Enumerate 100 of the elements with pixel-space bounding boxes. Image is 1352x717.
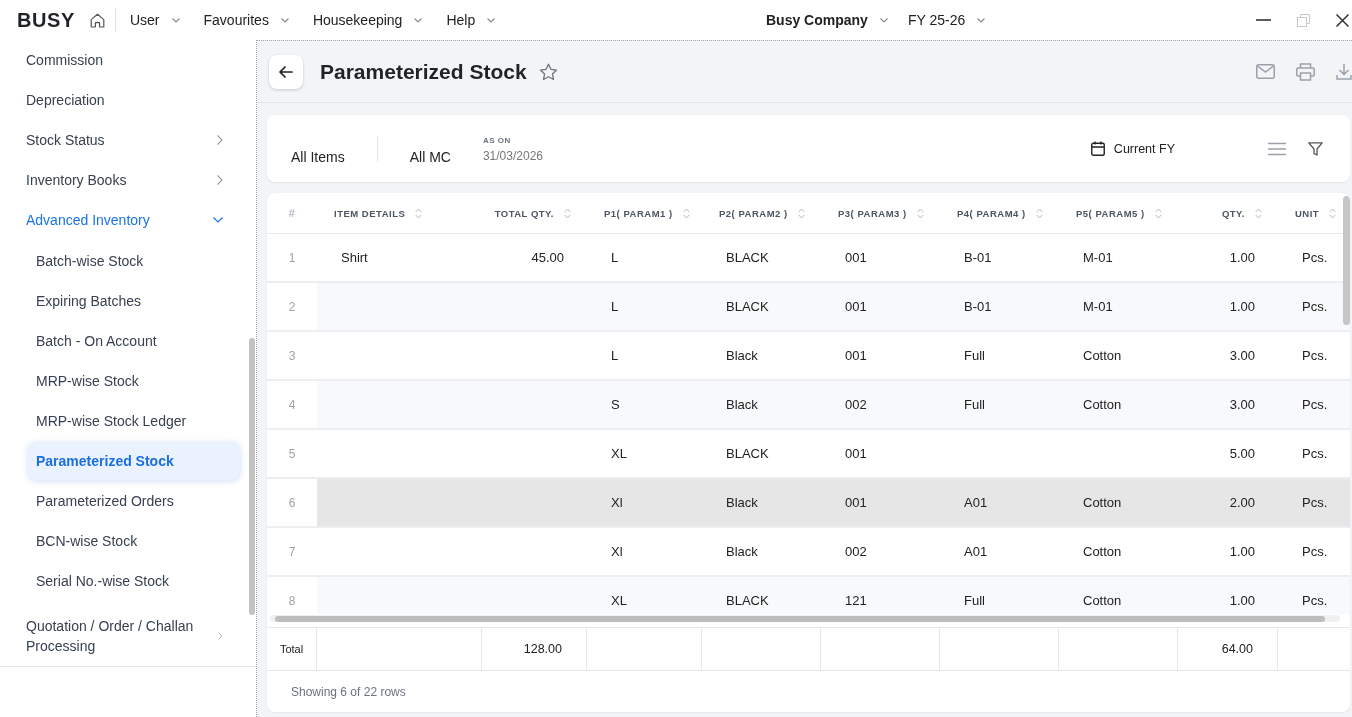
column-header[interactable]: P4( PARAM4 ) — [940, 193, 1059, 233]
column-header[interactable]: P1( PARAM1 ) — [587, 193, 702, 233]
table-cell-text: Xl — [610, 494, 624, 512]
close-icon[interactable] — [1336, 13, 1349, 27]
printer-icon[interactable] — [1296, 62, 1315, 81]
sidebar-item[interactable]: Depreciation — [0, 80, 256, 120]
table-cell-text: Cotton — [1082, 347, 1123, 365]
column-header[interactable]: P3( PARAM3 ) — [821, 193, 940, 233]
column-header[interactable]: P2( PARAM2 ) — [702, 193, 821, 233]
table-cell-text: 1.00 — [1228, 249, 1256, 267]
table-cell-text: Cotton — [1082, 543, 1123, 561]
row-number: 2 — [287, 298, 297, 316]
sidebar-item[interactable]: Advanced Inventory — [0, 200, 256, 240]
restore-icon[interactable] — [1297, 13, 1310, 27]
table-cell-text: A01 — [963, 543, 989, 561]
sidebar-subitem[interactable]: Batch-wise Stock — [28, 242, 240, 280]
table-cell-text: Full — [963, 592, 986, 610]
menu-icon[interactable] — [1268, 141, 1286, 156]
table-cell-text: 001 — [844, 347, 868, 365]
sidebar-subitem[interactable]: Parameterized Stock — [28, 442, 240, 480]
calendar-icon — [1090, 141, 1105, 156]
chevron-right-icon — [217, 175, 223, 185]
table-cell-text: Pcs. — [1301, 543, 1329, 561]
table-cell-text: 2.00 — [1228, 494, 1256, 512]
column-header[interactable]: UNIT — [1278, 193, 1350, 233]
sidebar-subitem[interactable]: Parameterized Orders — [28, 482, 240, 520]
row-number: 5 — [287, 445, 297, 463]
scrollbar-thumb[interactable] — [1343, 196, 1350, 325]
table-cell-text: 45.00 — [530, 249, 565, 267]
filter-icon[interactable] — [1308, 141, 1323, 156]
download-icon[interactable] — [1336, 63, 1352, 80]
star-icon[interactable] — [538, 62, 558, 81]
table-cell-text: Black — [725, 347, 759, 365]
back-button[interactable] — [269, 54, 303, 89]
table-cell-text: Cotton — [1082, 494, 1123, 512]
table-row[interactable]: Shirt 45.00 L BLACK 001 B-01 M-01 1.00 Pcs. — [317, 234, 1350, 281]
chevron-right-icon — [217, 135, 223, 145]
sidebar-subitem[interactable]: MRP-wise Stock Ledger — [28, 402, 240, 440]
table-row[interactable]: L Black 001 Full Cotton 3.00 Pcs. — [317, 332, 1350, 379]
table-cell-text: L — [610, 298, 620, 316]
menu-item[interactable]: Help — [446, 12, 496, 28]
sidebar-subitem[interactable]: BCN-wise Stock — [28, 522, 240, 560]
sidebar-item[interactable]: Commission — [0, 40, 256, 80]
table-cell-text: Full — [963, 347, 986, 365]
table-row[interactable]: XL BLACK 001 5.00 Pcs. — [317, 430, 1350, 477]
financial-year-dropdown[interactable]: FY 25-26 — [907, 12, 986, 28]
table-cell-text: Pcs. — [1301, 347, 1329, 365]
table-row[interactable]: XL BLACK 121 Full Cotton 1.00 Pcs. — [317, 577, 1350, 614]
table-cell-text: BLACK — [725, 298, 770, 316]
table-cell-text: Pcs. — [1301, 396, 1329, 414]
column-header[interactable]: P5( PARAM5 ) — [1059, 193, 1178, 233]
row-number: 1 — [287, 249, 297, 267]
chevron-down-icon — [977, 17, 986, 23]
table-cell-text: 002 — [844, 543, 868, 561]
chevron-down-icon — [414, 17, 423, 23]
column-header[interactable]: QTY. — [1178, 193, 1278, 233]
sidebar-subitem[interactable]: Batch - On Account — [28, 322, 240, 360]
table-cell-text: XL — [610, 592, 628, 610]
row-number: 8 — [287, 592, 297, 610]
sidebar-item[interactable]: Stock Status — [0, 120, 256, 160]
menu-item[interactable]: Housekeeping — [312, 12, 423, 28]
sort-icon — [1035, 207, 1043, 219]
menu-item[interactable]: Favourites — [203, 12, 289, 28]
chevron-right-icon — [218, 631, 223, 641]
table-cell-text: BLACK — [725, 592, 770, 610]
mail-icon[interactable] — [1256, 64, 1275, 79]
table-cell-text: BLACK — [725, 445, 770, 463]
sidebar-item[interactable]: Quotation / Order / Challan Processing — [0, 606, 256, 666]
chevron-down-icon — [280, 17, 289, 23]
table-row[interactable]: S Black 002 Full Cotton 3.00 Pcs. — [317, 381, 1350, 428]
sort-icon — [415, 207, 423, 219]
company-dropdown[interactable]: Busy Company — [765, 12, 888, 28]
home-icon[interactable] — [89, 12, 105, 28]
table-row[interactable]: Xl Black 001 A01 Cotton 2.00 Pcs. — [317, 479, 1350, 526]
table-cell-text: XL — [610, 445, 628, 463]
table-row[interactable]: Xl Black 002 A01 Cotton 1.00 Pcs. — [317, 528, 1350, 575]
period-button[interactable]: Current FY — [1090, 141, 1175, 156]
table-cell-text: B-01 — [963, 249, 993, 267]
item-filter[interactable]: All Items — [291, 149, 345, 165]
table-cell-text: BLACK — [725, 249, 770, 267]
column-header: # — [287, 206, 297, 221]
material-centre-filter[interactable]: All MC — [409, 149, 451, 165]
column-header[interactable]: TOTAL QTY. — [482, 193, 587, 233]
table-cell-text: 5.00 — [1228, 445, 1256, 463]
scrollbar-thumb[interactable] — [249, 338, 255, 615]
chevron-down-icon — [879, 17, 888, 23]
sort-icon — [682, 207, 690, 219]
sort-icon — [1329, 207, 1337, 219]
table-row[interactable]: L BLACK 001 B-01 M-01 1.00 Pcs. — [317, 283, 1350, 330]
sidebar-item[interactable]: Inventory Books — [0, 160, 256, 200]
column-header[interactable]: ITEM DETAILS — [317, 193, 482, 233]
sidebar-subitem[interactable]: Expiring Batches — [28, 282, 240, 320]
sort-icon — [1255, 207, 1262, 219]
sidebar-subitem[interactable]: Serial No.-wise Stock — [28, 562, 240, 600]
table-cell-text: Cotton — [1082, 592, 1123, 610]
table-cell-text: Pcs. — [1301, 445, 1329, 463]
sidebar-subitem[interactable]: MRP-wise Stock — [28, 362, 240, 400]
menu-item[interactable]: User — [129, 12, 180, 28]
back-arrow-icon — [279, 65, 293, 78]
table-cell-text: 121 — [844, 592, 868, 610]
